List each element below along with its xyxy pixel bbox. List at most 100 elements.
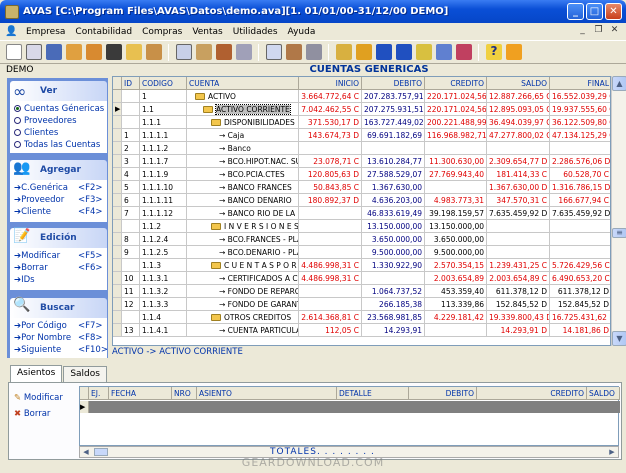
cell-credito[interactable] bbox=[425, 181, 487, 194]
key-icon[interactable] bbox=[416, 44, 432, 60]
scroll-up-button[interactable]: ▲ bbox=[612, 76, 626, 91]
cell-credito[interactable]: 4.983.773,31 bbox=[425, 194, 487, 207]
user-icon[interactable] bbox=[46, 44, 62, 60]
cell-codigo[interactable]: 1.1.1.7 bbox=[140, 155, 187, 168]
cell-debito[interactable]: 3.650.000,00 bbox=[362, 233, 425, 246]
table-row[interactable]: 13 1.1.4.1 → CUENTA PARTICULAR 112,05 C 14.2… bbox=[113, 324, 610, 337]
cell-final[interactable]: 7.635.459,92 D bbox=[550, 207, 610, 220]
cell-codigo[interactable]: 1 bbox=[140, 90, 187, 103]
ids-link[interactable]: ➔IDs bbox=[14, 275, 35, 285]
cell-final[interactable]: 47.134.125,29 C bbox=[550, 129, 610, 142]
cell-cuenta[interactable]: → BCO.PCIA.CTES bbox=[187, 168, 299, 181]
cell-id[interactable]: 10 bbox=[122, 272, 140, 285]
table-row[interactable]: 111.1.3.2 → FONDO DE REPARO A 1.064.737,52… bbox=[113, 285, 610, 298]
cell-debito[interactable]: 266.185,38 bbox=[362, 298, 425, 311]
col-id-header[interactable]: ID bbox=[122, 77, 140, 90]
col-codigo-header[interactable]: CODIGO bbox=[140, 77, 187, 90]
radio-todas-las-cuentas[interactable]: Todas las Cuentas bbox=[14, 140, 100, 150]
cell-debito[interactable]: 23.568.981,85 bbox=[362, 311, 425, 324]
close-button[interactable]: ✕ bbox=[605, 3, 622, 20]
table-row[interactable]: 1.1.1 DISPONIBILIDADES 371.530,17 D 163.727… bbox=[113, 116, 610, 129]
cell-codigo[interactable]: 1.1.4 bbox=[140, 311, 187, 324]
cell-id[interactable] bbox=[122, 220, 140, 233]
cell-cuenta[interactable]: → FONDO DE REPARO A bbox=[187, 285, 299, 298]
cell-inicio[interactable] bbox=[299, 233, 362, 246]
cell-cuenta[interactable]: → BANCO DENARIO bbox=[187, 194, 299, 207]
cell-inicio[interactable] bbox=[299, 298, 362, 311]
cell-id[interactable]: 7 bbox=[122, 207, 140, 220]
cell-id[interactable]: 8 bbox=[122, 233, 140, 246]
cell-inicio[interactable]: 371.530,17 D bbox=[299, 116, 362, 129]
cell-debito[interactable] bbox=[362, 272, 425, 285]
cell-saldo[interactable]: 152.845,52 D bbox=[487, 298, 550, 311]
cell-cuenta[interactable]: OTROS CREDITOS bbox=[187, 311, 299, 324]
cell-codigo[interactable]: 1.1.2.5 bbox=[140, 246, 187, 259]
cell-id[interactable] bbox=[122, 311, 140, 324]
cell-cuenta[interactable]: → Banco bbox=[187, 142, 299, 155]
cell-codigo[interactable]: 1.1.1.12 bbox=[140, 207, 187, 220]
cell-inicio[interactable] bbox=[299, 285, 362, 298]
cell-codigo[interactable]: 1.1.3.1 bbox=[140, 272, 187, 285]
cell-saldo[interactable]: 347.570,31 C bbox=[487, 194, 550, 207]
cell-saldo[interactable]: 181.414,33 C bbox=[487, 168, 550, 181]
cell-saldo[interactable]: 2.309.654,77 D bbox=[487, 155, 550, 168]
cell-debito[interactable]: 1.330.922,90 bbox=[362, 259, 425, 272]
cell-debito[interactable]: 69.691.182,69 bbox=[362, 129, 425, 142]
people-icon[interactable] bbox=[236, 44, 252, 60]
borrar-asiento-button[interactable]: ✖ Borrar bbox=[14, 409, 50, 419]
cell-id[interactable]: 13 bbox=[122, 324, 140, 337]
menu-compras[interactable]: Compras bbox=[137, 27, 187, 37]
cell-id[interactable]: 11 bbox=[122, 285, 140, 298]
cell-debito[interactable]: 13.150.000,00 bbox=[362, 220, 425, 233]
cell-credito[interactable]: 39.198.159,57 bbox=[425, 207, 487, 220]
cell-credito[interactable]: 3.650.000,00 bbox=[425, 233, 487, 246]
cell-credito[interactable]: 220.171.024,56 bbox=[425, 90, 487, 103]
col-inicio-header[interactable]: INICIO bbox=[299, 77, 362, 90]
table-row[interactable]: 1 ACTIVO 3.664.772,64 C 207.283.757,91 220.1… bbox=[113, 90, 610, 103]
cell-credito[interactable]: 13.150.000,00 bbox=[425, 220, 487, 233]
search-by-name-link[interactable]: ➔Por Nombre <F8> bbox=[14, 333, 103, 343]
about-icon[interactable] bbox=[506, 44, 522, 60]
new-icon[interactable] bbox=[6, 44, 22, 60]
radio-clientes[interactable]: Clientes bbox=[14, 128, 58, 138]
asientos-col-asiento[interactable]: ASIENTO bbox=[197, 387, 337, 400]
flag-alt-icon[interactable] bbox=[396, 44, 412, 60]
cell-debito[interactable]: 14.293,91 bbox=[362, 324, 425, 337]
cell-codigo[interactable]: 1.1.1.10 bbox=[140, 181, 187, 194]
cell-inicio[interactable] bbox=[299, 246, 362, 259]
col-final-header[interactable]: FINAL bbox=[550, 77, 610, 90]
add-cliente-link[interactable]: ➔Cliente <F4> bbox=[14, 207, 103, 217]
cell-inicio[interactable]: 23.078,71 C bbox=[299, 155, 362, 168]
cell-debito[interactable]: 207.275.931,51 bbox=[362, 103, 425, 116]
cell-inicio[interactable]: 4.486.998,31 C bbox=[299, 259, 362, 272]
table-row[interactable]: 6 1.1.1.11 → BANCO DENARIO 180.892,37 D 4.63… bbox=[113, 194, 610, 207]
table-row[interactable]: 1.1.3 C U E N T A S P O R C O B R4.486.99… bbox=[113, 259, 610, 272]
cell-id[interactable]: 2 bbox=[122, 142, 140, 155]
cell-cuenta[interactable]: → BANCO RIO DE LA PLA bbox=[187, 207, 299, 220]
cell-id[interactable] bbox=[122, 116, 140, 129]
mdi-minimize-button[interactable]: _ bbox=[576, 25, 589, 37]
cell-final[interactable]: 36.122.509,80 C bbox=[550, 116, 610, 129]
cell-credito[interactable] bbox=[425, 324, 487, 337]
open-icon[interactable] bbox=[26, 44, 42, 60]
cell-credito[interactable]: 27.769.943,40 bbox=[425, 168, 487, 181]
cell-final[interactable] bbox=[550, 142, 610, 155]
cell-saldo[interactable]: 12.887.266,65 C bbox=[487, 90, 550, 103]
cell-debito[interactable]: 27.588.529,07 bbox=[362, 168, 425, 181]
checklist-icon[interactable] bbox=[176, 44, 192, 60]
cell-inicio[interactable]: 3.664.772,64 C bbox=[299, 90, 362, 103]
cell-codigo[interactable]: 1.1.4.1 bbox=[140, 324, 187, 337]
mdi-close-button[interactable]: ✕ bbox=[608, 25, 621, 37]
asientos-col-nro[interactable]: NRO bbox=[172, 387, 197, 400]
cell-debito[interactable] bbox=[362, 142, 425, 155]
cell-codigo[interactable]: 1.1.3.2 bbox=[140, 285, 187, 298]
cell-codigo[interactable]: 1.1.1.1 bbox=[140, 129, 187, 142]
table-row[interactable]: ▶ 1.1 ACTIVO CORRIENTE 7.042.462,55 C 207.27… bbox=[113, 103, 610, 116]
cell-credito[interactable]: 11.300.630,00 bbox=[425, 155, 487, 168]
cell-cuenta[interactable]: → Caja bbox=[187, 129, 299, 142]
tab-saldos[interactable]: Saldos bbox=[63, 366, 107, 382]
mdi-restore-button[interactable]: ❐ bbox=[592, 25, 605, 37]
cell-codigo[interactable]: 1.1.1.2 bbox=[140, 142, 187, 155]
people-edit-icon[interactable] bbox=[306, 44, 322, 60]
cell-id[interactable]: 1 bbox=[122, 129, 140, 142]
